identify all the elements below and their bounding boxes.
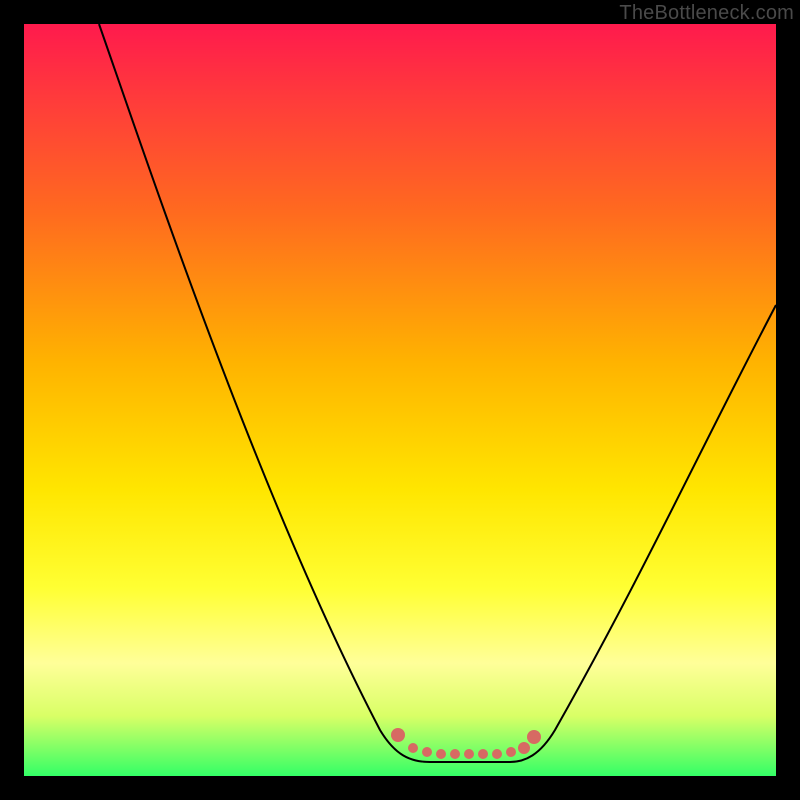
chart-stage: TheBottleneck.com (0, 0, 800, 800)
watermark-text: TheBottleneck.com (619, 2, 794, 25)
chart-gradient-background (24, 24, 776, 776)
